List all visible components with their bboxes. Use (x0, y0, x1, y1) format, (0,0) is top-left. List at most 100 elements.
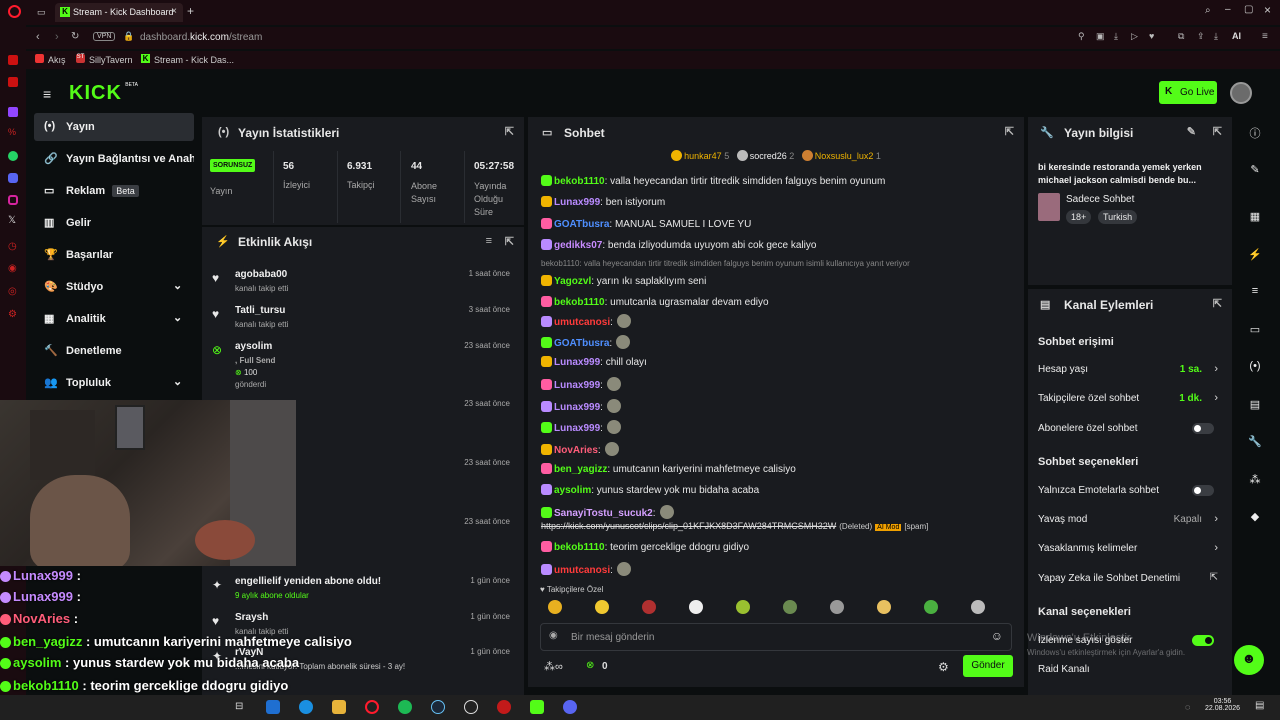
ai-moderation-row[interactable]: Yapay Zeka ile Sohbet Denetimi ⇱ (1038, 572, 1224, 593)
wallet-icon[interactable]: ◎ (8, 286, 17, 297)
event-user[interactable]: agobaba00 (235, 269, 287, 280)
ai-button[interactable]: AI (1232, 31, 1241, 41)
followers-only-row[interactable]: Takipçilere özel sohbet 1 dk. › (1038, 392, 1224, 413)
hesap-yasi-row[interactable]: Hesap yaşı 1 sa. › (1038, 363, 1224, 384)
chat-username[interactable]: Yagozvl (554, 276, 591, 287)
chat-username[interactable]: bekob1110 (554, 542, 605, 553)
edge-icon[interactable] (299, 700, 313, 714)
list-icon[interactable]: ≡ (1238, 279, 1272, 305)
whatsapp-icon[interactable] (8, 151, 18, 161)
popout-icon[interactable]: ⇱ (1005, 125, 1014, 138)
chat-username[interactable]: NovAries (554, 445, 598, 456)
explorer-icon[interactable] (332, 700, 346, 714)
snapshot-icon[interactable]: ▣ (1096, 31, 1105, 42)
gifter-name[interactable]: socred26 (750, 151, 787, 161)
popout-icon[interactable]: ⇱ (505, 125, 514, 138)
pin-icon[interactable]: ⚲ (1078, 31, 1085, 42)
sidebar-item-analitik[interactable]: ▦ Analitik ⌄ (34, 305, 194, 333)
sidebar-item-basarilar[interactable]: 🏆 Başarılar (34, 241, 194, 269)
minimize-icon[interactable]: – (1225, 4, 1231, 15)
wrench-icon[interactable]: 🔧 (1238, 429, 1272, 455)
emote-button-icon[interactable] (924, 600, 938, 614)
pinboard-icon[interactable]: ◉ (8, 263, 17, 274)
chat-username[interactable]: Lunax999 (554, 357, 600, 368)
chat-username[interactable]: Lunax999 (554, 402, 600, 413)
chat-username[interactable]: umutcanosi (554, 565, 610, 576)
steam-icon[interactable] (431, 700, 445, 714)
pencil-icon[interactable]: ✎ (1238, 157, 1272, 183)
share-icon[interactable]: ⇪ (1197, 31, 1205, 42)
go-live-button[interactable]: K Go Live (1159, 81, 1217, 104)
tab-workspace-icon[interactable]: ▭ (37, 7, 46, 18)
search-tabs-icon[interactable]: ⌕ (1205, 5, 1211, 16)
pencil-icon[interactable]: ✎ (1187, 125, 1196, 138)
filter-icon[interactable]: ≡ (486, 235, 492, 247)
category-name[interactable]: Sadece Sohbet (1066, 194, 1134, 205)
gift-icon[interactable]: ◆ (1238, 504, 1272, 530)
play-icon[interactable]: ▷ (1131, 31, 1138, 42)
emote-button-icon[interactable] (642, 600, 656, 614)
event-user[interactable]: Sraysh (235, 612, 268, 623)
chat-username[interactable]: ben_yagizz (554, 464, 607, 475)
popout-icon[interactable]: ⇱ (1213, 297, 1222, 310)
chat-username[interactable]: umutcanosi (554, 317, 610, 328)
event-user[interactable]: aysolim (235, 341, 272, 352)
opera-icon[interactable] (365, 700, 379, 714)
raid-channel-row[interactable]: Raid Kanalı (1038, 664, 1224, 684)
avatar[interactable] (1230, 82, 1252, 104)
store-icon[interactable] (266, 700, 280, 714)
maximize-icon[interactable]: ▢ (1244, 4, 1253, 15)
lightning-icon[interactable]: ⚡ (1238, 242, 1272, 268)
gifter-name[interactable]: Noxsuslu_lux2 (815, 151, 874, 161)
event-user[interactable]: Tatli_tursu (235, 305, 285, 316)
history-icon[interactable]: ◷ (8, 241, 17, 252)
chat-username[interactable]: aysolim (554, 485, 591, 496)
sidebar-item-reklam[interactable]: ▭ Reklam Beta (34, 177, 194, 205)
support-chat-icon[interactable]: ☻ (1234, 645, 1264, 675)
stats-infinite-icon[interactable]: ⁂∞ (544, 660, 563, 673)
kick-logo[interactable]: KICK BETA (69, 82, 138, 105)
percent-icon[interactable]: % (8, 127, 16, 137)
obs-icon[interactable] (464, 700, 478, 714)
popout-icon[interactable]: ⇱ (505, 235, 514, 248)
gifter-name[interactable]: hunkar47 (684, 151, 722, 161)
kick-app-icon[interactable] (530, 700, 544, 714)
twitch-icon[interactable] (8, 107, 18, 117)
send-button[interactable]: Gönder (963, 655, 1013, 677)
popout-icon[interactable]: ⇱ (1213, 125, 1222, 138)
sidebar-item-topluluk[interactable]: 👥 Topluluk ⌄ (34, 369, 194, 397)
chat-username[interactable]: GOATbusra (554, 338, 609, 349)
sidebar-item-gelir[interactable]: ▥ Gelir (34, 209, 194, 237)
bookmark-akis[interactable]: Akış (48, 55, 66, 65)
downloads-icon[interactable]: ⤓ (1214, 31, 1218, 42)
chat-username[interactable]: Lunax999 (554, 380, 600, 391)
clock[interactable]: 03:56 22.08.2026 (1205, 698, 1240, 712)
emote-button-icon[interactable] (736, 600, 750, 614)
chat-username[interactable]: bekob1110 (554, 297, 605, 308)
task-view-icon[interactable]: ⊟ (235, 701, 249, 715)
close-tab-icon[interactable]: × (171, 6, 177, 17)
emote-button-icon[interactable] (877, 600, 891, 614)
discord-icon[interactable] (8, 173, 18, 183)
emote-button-icon[interactable] (548, 600, 562, 614)
emote-button-icon[interactable] (783, 600, 797, 614)
chat-icon[interactable]: ▭ (1238, 317, 1272, 343)
sidebar-item-stream-link-key[interactable]: 🔗 Yayın Bağlantısı ve Anahtar (34, 145, 194, 173)
chat-username[interactable]: SanayiTostu_sucuk2 (554, 508, 653, 519)
download-page-icon[interactable]: ⤓ (1114, 31, 1118, 42)
emote-button-icon[interactable] (830, 600, 844, 614)
heart-icon[interactable]: ♥ (1149, 31, 1154, 41)
reload-icon[interactable]: ↻ (71, 31, 79, 42)
url-field[interactable]: dashboard.kick.com/stream (140, 32, 262, 43)
network-icon[interactable]: ◌ (1185, 702, 1190, 712)
show-viewcount-toggle[interactable] (1192, 635, 1214, 646)
chat-username[interactable]: Lunax999 (554, 423, 600, 434)
spotify-icon[interactable] (398, 700, 412, 714)
new-tab-icon[interactable]: + (187, 4, 194, 18)
shield-icon[interactable]: ◉ (549, 630, 558, 641)
chat-username[interactable]: Lunax999 (554, 197, 600, 208)
hamburger-menu-icon[interactable]: ≡ (43, 86, 51, 102)
vpn-badge[interactable]: VPN (93, 32, 116, 41)
subscribers-only-toggle[interactable] (1192, 423, 1214, 434)
chat-text[interactable]: https://kick.com/yunuscot/clips/clip_01K… (541, 521, 836, 531)
